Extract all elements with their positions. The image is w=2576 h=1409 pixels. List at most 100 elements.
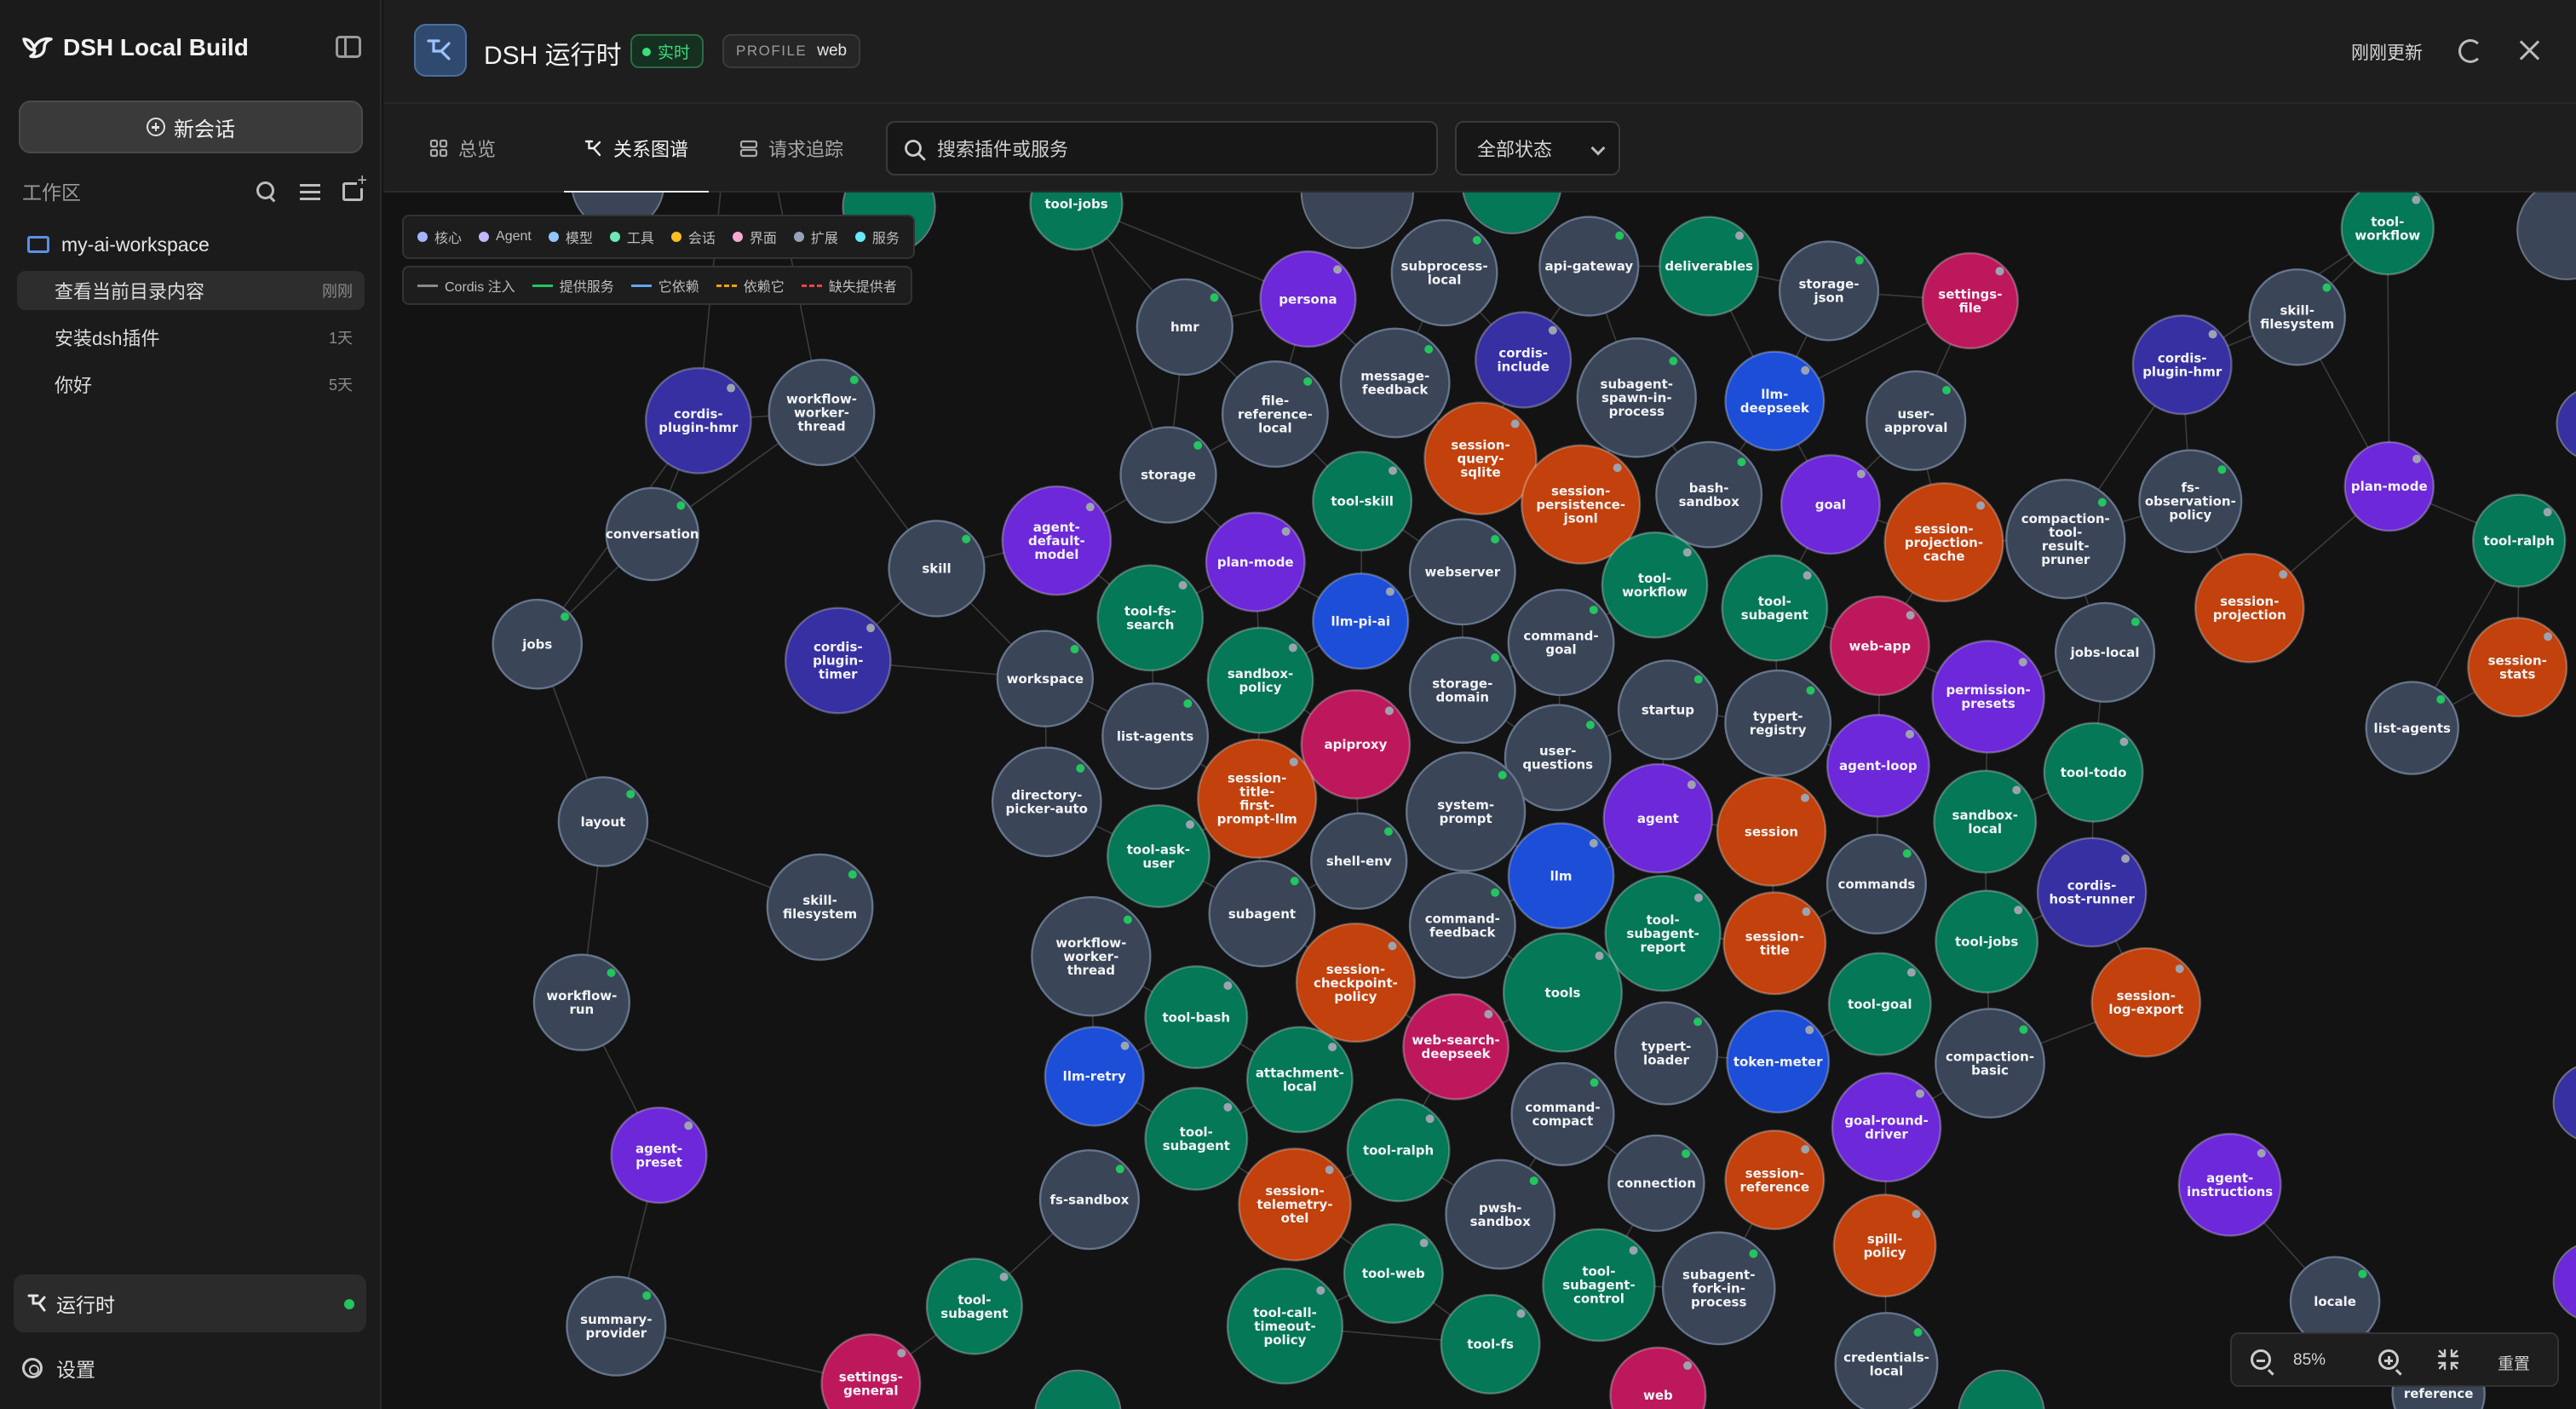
graph-node[interactable]: tool-ask-user — [1106, 804, 1210, 909]
filter-icon[interactable] — [298, 179, 322, 203]
graph-node[interactable]: jobs — [492, 598, 584, 690]
graph-node-partial[interactable] — [1958, 1369, 2045, 1409]
graph-node[interactable]: tool-goal — [1827, 952, 1932, 1056]
graph-node[interactable]: user-approval — [1866, 370, 1967, 471]
graph-node[interactable]: agent — [1602, 762, 1714, 874]
graph-node[interactable]: session-reference — [1724, 1129, 1826, 1231]
graph-node[interactable]: web-app — [1829, 595, 1930, 697]
graph-node-partial[interactable] — [2552, 1242, 2576, 1321]
graph-node[interactable]: cordis-plugin-hmr — [644, 366, 752, 474]
graph-node[interactable]: web — [1609, 1346, 1707, 1409]
graph-node[interactable]: plan-mode — [1205, 511, 1306, 612]
session-item[interactable]: 查看当前目录内容 刚刚 — [17, 271, 365, 310]
zoom-out-icon[interactable] — [2251, 1349, 2274, 1376]
graph-node[interactable]: tool-workflow — [1601, 531, 1709, 639]
graph-node[interactable]: compaction-basic — [1935, 1008, 2045, 1119]
graph-node[interactable]: tool-web — [1343, 1222, 1444, 1325]
graph-node[interactable]: pwsh-sandbox — [1445, 1159, 1556, 1270]
graph-node[interactable]: spill-policy — [1832, 1193, 1937, 1298]
graph-node[interactable]: session-title-first-prompt-llm — [1197, 738, 1318, 860]
runtime-nav-item[interactable]: 运行时 — [14, 1274, 366, 1332]
close-icon[interactable] — [2516, 37, 2542, 63]
graph-node[interactable]: tool-ralph — [1346, 1098, 1451, 1203]
search-icon[interactable] — [254, 179, 278, 203]
graph-node[interactable]: startup — [1617, 659, 1719, 761]
graph-node[interactable]: credentials-local — [1834, 1312, 1939, 1409]
graph-node[interactable]: session — [1716, 776, 1827, 887]
graph-node[interactable]: workflow-worker-thread — [1031, 896, 1152, 1017]
graph-node[interactable]: subagent-fork-in-process — [1661, 1231, 1776, 1346]
graph-node[interactable]: sandbox-local — [1933, 769, 2038, 874]
workspace-folder[interactable]: my-ai-workspace — [27, 230, 210, 259]
settings-nav-item[interactable]: 设置 — [22, 1354, 95, 1382]
graph-node[interactable]: webserver — [1408, 518, 1516, 626]
graph-node[interactable]: web-search-deepseek — [1402, 992, 1510, 1101]
status-filter-select[interactable]: 全部状态 — [1455, 121, 1620, 175]
graph-node[interactable]: goal-round-driver — [1831, 1072, 1942, 1183]
new-folder-icon[interactable] — [342, 173, 367, 201]
graph-node[interactable]: llm — [1507, 822, 1615, 930]
graph-node[interactable]: token-meter — [1726, 1009, 1831, 1114]
graph-node[interactable]: sandbox-policy — [1206, 626, 1314, 734]
graph-node[interactable]: typert-registry — [1724, 669, 1832, 777]
graph-node[interactable]: list-agents — [2365, 681, 2459, 775]
graph-node[interactable]: settings-file — [1921, 251, 2020, 350]
graph-node[interactable]: session-projection-cache — [1883, 481, 2004, 603]
graph-node[interactable]: cordis-include — [1475, 311, 1573, 409]
graph-node-partial[interactable] — [1462, 193, 1561, 234]
graph-node[interactable]: apiproxy — [1300, 688, 1412, 800]
zoom-in-icon[interactable] — [2378, 1349, 2402, 1376]
graph-node[interactable]: tool-subagent-control — [1542, 1228, 1656, 1343]
graph-node[interactable]: session-stats — [2467, 617, 2568, 718]
graph-node[interactable]: session-log-export — [2090, 946, 2202, 1058]
graph-node[interactable]: subagent-spawn-in-process — [1576, 337, 1697, 458]
reset-button[interactable]: 重置 — [2498, 1351, 2530, 1374]
graph-node[interactable]: fs-observation-policy — [2138, 449, 2243, 554]
session-item[interactable]: 你好 5天 — [17, 365, 365, 404]
graph-node[interactable]: fs-sandbox — [1038, 1149, 1140, 1251]
graph-node-partial[interactable] — [2552, 1063, 2576, 1142]
graph-node[interactable]: cordis-plugin-hmr — [2131, 314, 2233, 416]
graph-node[interactable]: tool-call-timeout-policy — [1226, 1267, 1344, 1385]
graph-node[interactable]: subprocess-local — [1390, 219, 1498, 327]
graph-node[interactable]: deliverables — [1659, 216, 1760, 317]
graph-node[interactable]: session-query-sqlite — [1423, 401, 1538, 515]
graph-node[interactable]: skill-filesystem — [2248, 268, 2346, 366]
graph-node-partial[interactable] — [1300, 193, 1414, 250]
graph-node[interactable]: tool-bash — [1144, 965, 1249, 1070]
graph-node[interactable]: tool-todo — [2043, 722, 2144, 823]
sidebar-toggle-icon[interactable] — [336, 36, 361, 58]
relationship-graph[interactable]: api-remotestool-jobstool-workflowhmrpers… — [383, 193, 2576, 1409]
graph-node[interactable]: command-compact — [1510, 1061, 1615, 1166]
tab-overview[interactable]: 总览 — [429, 104, 496, 193]
graph-node[interactable]: shell-env — [1310, 812, 1408, 910]
graph-node[interactable]: llm-deepseek — [1724, 350, 1826, 451]
graph-node[interactable]: session-projection — [2194, 552, 2305, 664]
graph-node[interactable]: jobs-local — [2054, 601, 2156, 703]
graph-node[interactable]: tool-jobs — [1935, 889, 2039, 994]
graph-nodes[interactable]: api-remotestool-jobstool-workflowhmrpers… — [492, 193, 2576, 1409]
graph-node[interactable]: tool-subagent — [925, 1257, 1024, 1355]
graph-node[interactable]: tool-workflow — [2340, 193, 2435, 276]
graph-node[interactable]: persona — [1259, 250, 1357, 348]
graph-node[interactable]: conversation — [605, 486, 700, 582]
graph-node[interactable]: settings-general — [820, 1333, 922, 1409]
graph-node[interactable]: tool-subagent — [1721, 554, 1829, 662]
graph-node[interactable]: storage-json — [1778, 240, 1880, 342]
graph-node[interactable]: plan-mode — [2343, 440, 2435, 532]
graph-node[interactable]: cordis-plugin-timer — [784, 607, 892, 715]
graph-node[interactable]: skill-filesystem — [766, 853, 874, 961]
graph-node[interactable]: llm-pi-ai — [1312, 572, 1410, 670]
graph-node[interactable]: commands — [1826, 833, 1927, 935]
graph-node[interactable]: layout — [557, 776, 649, 867]
graph-node[interactable]: permission-presets — [1931, 640, 2045, 754]
graph-node-partial[interactable] — [2516, 193, 2576, 280]
graph-canvas[interactable]: api-remotestool-jobstool-workflowhmrpers… — [383, 193, 2576, 1409]
graph-node[interactable]: session-checkpoint-policy — [1295, 922, 1417, 1044]
graph-node[interactable]: api-gateway — [1538, 216, 1640, 317]
graph-node[interactable]: system-prompt — [1406, 751, 1527, 872]
graph-node[interactable]: tool-subagent — [1144, 1086, 1249, 1191]
graph-node[interactable]: storage-domain — [1408, 636, 1516, 745]
graph-node[interactable]: tool-skill — [1312, 451, 1413, 552]
graph-node[interactable]: agent-instructions — [2177, 1132, 2282, 1237]
